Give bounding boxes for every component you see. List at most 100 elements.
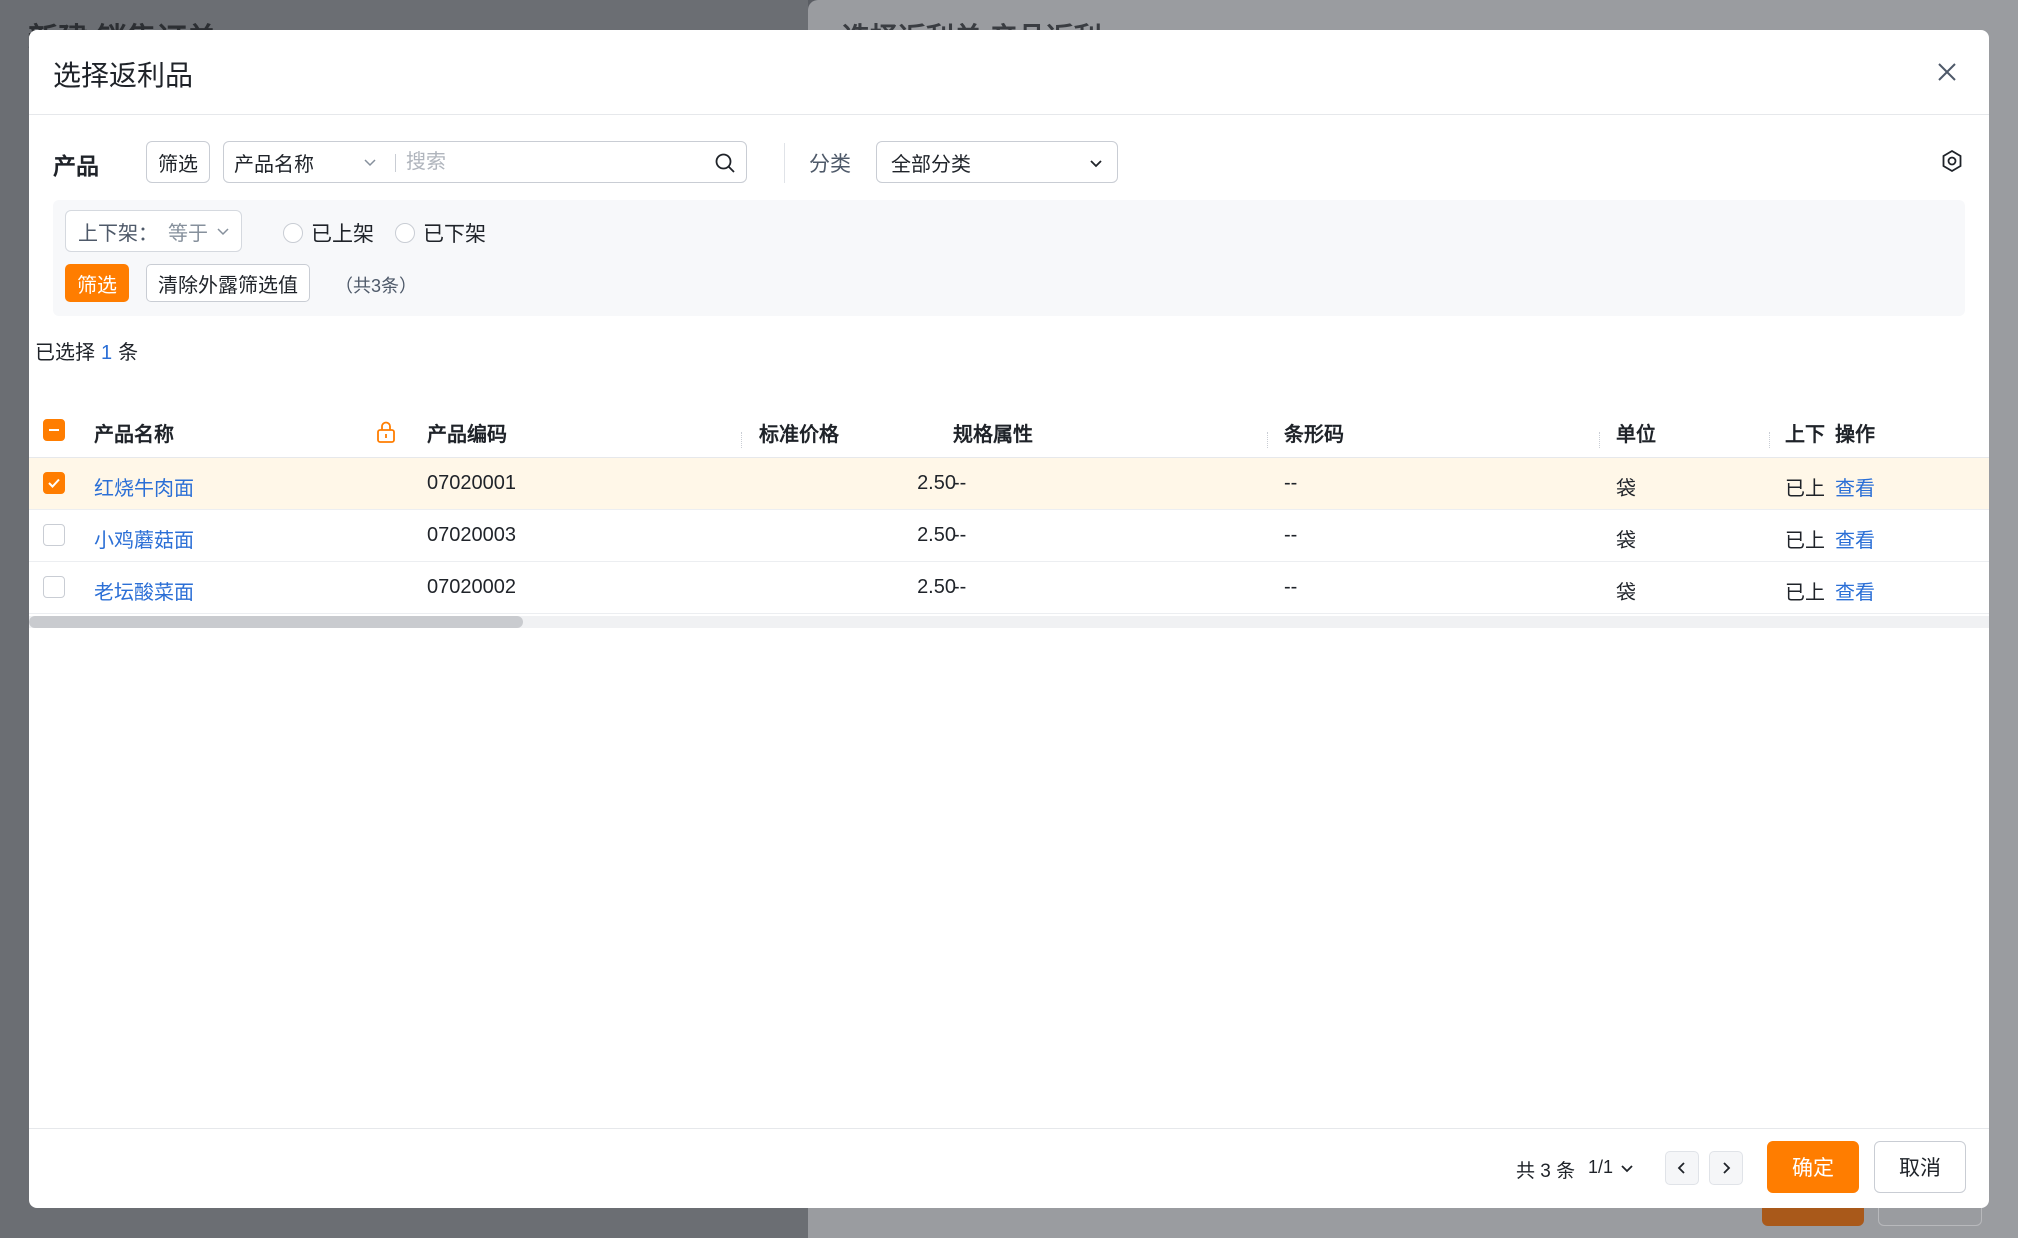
toolbar-label: 产品 [53, 153, 99, 179]
chevron-left-icon [1677, 1162, 1685, 1174]
column-header-spec[interactable]: 规格属性 [953, 418, 1033, 447]
clear-filter-button[interactable]: 清除外露筛选值 [146, 264, 310, 302]
column-header-status[interactable]: 上下 [1785, 418, 1825, 447]
radio-listed[interactable]: 已上架 [283, 218, 374, 248]
search-field-label: 产品名称 [234, 153, 314, 176]
pagination-page: 1/1 [1588, 1157, 1614, 1177]
column-header-barcode[interactable]: 条形码 [1284, 418, 1344, 447]
toolbar-divider [784, 143, 785, 183]
close-button[interactable] [1929, 54, 1965, 90]
search-box: 产品名称 [223, 141, 747, 183]
product-code: 07020002 [427, 576, 516, 598]
category-value: 全部分类 [891, 153, 971, 176]
column-header-name[interactable]: 产品名称 [94, 418, 174, 447]
radio-label: 已下架 [423, 223, 486, 246]
product-spec: -- [953, 524, 967, 546]
product-table: 产品名称 产品编码 标准价格 规格属性 条形码 单位 上下 操作 红烧牛肉面 0… [29, 402, 1989, 614]
settings-icon[interactable] [1939, 148, 1965, 174]
dialog-header: 选择返利品 [29, 30, 1989, 115]
product-barcode: -- [1284, 576, 1298, 598]
category-label: 分类 [809, 153, 851, 176]
search-input[interactable] [406, 146, 706, 178]
close-icon [1938, 63, 1956, 81]
selected-count-info: 已选择 1 条 [35, 336, 138, 365]
filter-panel: 上下架： 等于 已上架 已下架 筛选 清除外露筛选值 （共3条） [53, 200, 1965, 316]
select-all-checkbox[interactable] [43, 419, 65, 441]
next-page-button[interactable] [1709, 1151, 1743, 1185]
lock-icon[interactable] [375, 420, 397, 444]
product-status: 已上 [1785, 478, 1825, 500]
product-code: 07020001 [427, 472, 516, 494]
status-filter-operator: 等于 [168, 222, 208, 245]
minus-icon [49, 429, 59, 431]
prev-page-button[interactable] [1665, 1151, 1699, 1185]
chevron-down-icon [364, 159, 376, 167]
product-code: 07020003 [427, 524, 516, 546]
radio-circle [395, 223, 415, 243]
table-row[interactable]: 红烧牛肉面 07020001 2.50 -- -- 袋 已上 查看 [29, 458, 1989, 510]
radio-circle [283, 223, 303, 243]
select-rebate-product-dialog: 选择返利品 产品 筛选 产品名称 分类 全部分类 上下架： 等于 [29, 30, 1989, 1208]
column-header-code[interactable]: 产品编码 [427, 418, 507, 447]
column-header-price[interactable]: 标准价格 [759, 418, 839, 447]
column-resizer[interactable] [1599, 432, 1600, 448]
radio-label: 已上架 [311, 223, 374, 246]
view-link[interactable]: 查看 [1835, 524, 1875, 553]
dialog-title: 选择返利品 [53, 60, 194, 91]
category-select[interactable]: 全部分类 [876, 141, 1118, 183]
filter-toggle-button[interactable]: 筛选 [146, 141, 210, 183]
product-barcode: -- [1284, 524, 1298, 546]
selected-suffix: 条 [118, 342, 139, 364]
product-name-link[interactable]: 老坛酸菜面 [94, 576, 194, 605]
column-resizer[interactable] [1769, 432, 1770, 448]
column-resizer[interactable] [1267, 432, 1268, 448]
product-spec: -- [953, 576, 967, 598]
result-count: （共3条） [335, 276, 418, 296]
product-spec: -- [953, 472, 967, 494]
chevron-down-icon [1090, 160, 1102, 168]
product-unit: 袋 [1616, 530, 1636, 552]
chevron-down-icon [217, 228, 229, 236]
row-checkbox[interactable] [43, 524, 65, 546]
apply-filter-button[interactable]: 筛选 [65, 264, 129, 302]
product-status: 已上 [1785, 530, 1825, 552]
pagination-total: 共 3 条 [1516, 1161, 1576, 1182]
column-header-action: 操作 [1835, 424, 1875, 446]
product-price: 2.50 [917, 576, 956, 598]
column-header-unit[interactable]: 单位 [1616, 418, 1656, 447]
product-barcode: -- [1284, 472, 1298, 494]
search-icon[interactable] [714, 152, 736, 174]
scrollbar-thumb[interactable] [29, 616, 523, 628]
table-row[interactable]: 小鸡蘑菇面 07020003 2.50 -- -- 袋 已上 查看 [29, 510, 1989, 562]
radio-delisted[interactable]: 已下架 [395, 218, 486, 248]
check-icon [48, 478, 60, 488]
selected-count: 1 [101, 342, 113, 364]
table-header: 产品名称 产品编码 标准价格 规格属性 条形码 单位 上下 操作 [29, 402, 1989, 458]
status-filter-select[interactable]: 上下架： 等于 [65, 210, 242, 252]
dialog-footer: 共 3 条 1/1 确定 取消 [29, 1128, 1989, 1208]
view-link[interactable]: 查看 [1835, 576, 1875, 605]
pagination-page-select[interactable]: 1/1 [1588, 1157, 1635, 1178]
chevron-down-icon [1621, 1164, 1633, 1172]
product-unit: 袋 [1616, 582, 1636, 604]
cancel-button[interactable]: 取消 [1874, 1141, 1966, 1193]
view-link[interactable]: 查看 [1835, 472, 1875, 501]
selected-prefix: 已选择 [35, 342, 95, 364]
toolbar: 产品 筛选 产品名称 分类 全部分类 [53, 141, 1965, 185]
confirm-button[interactable]: 确定 [1767, 1141, 1859, 1193]
status-filter-label: 上下架： [78, 222, 158, 245]
product-price: 2.50 [917, 524, 956, 546]
product-unit: 袋 [1616, 478, 1636, 500]
table-row[interactable]: 老坛酸菜面 07020002 2.50 -- -- 袋 已上 查看 [29, 562, 1989, 614]
product-status: 已上 [1785, 582, 1825, 604]
product-price: 2.50 [917, 472, 956, 494]
search-field-select[interactable]: 产品名称 [234, 142, 314, 182]
chevron-right-icon [1723, 1162, 1731, 1174]
column-resizer[interactable] [741, 432, 742, 448]
horizontal-scrollbar[interactable] [29, 616, 1989, 628]
product-name-link[interactable]: 小鸡蘑菇面 [94, 524, 194, 553]
product-name-link[interactable]: 红烧牛肉面 [94, 472, 194, 501]
search-separator [395, 154, 396, 172]
row-checkbox[interactable] [43, 472, 65, 494]
row-checkbox[interactable] [43, 576, 65, 598]
